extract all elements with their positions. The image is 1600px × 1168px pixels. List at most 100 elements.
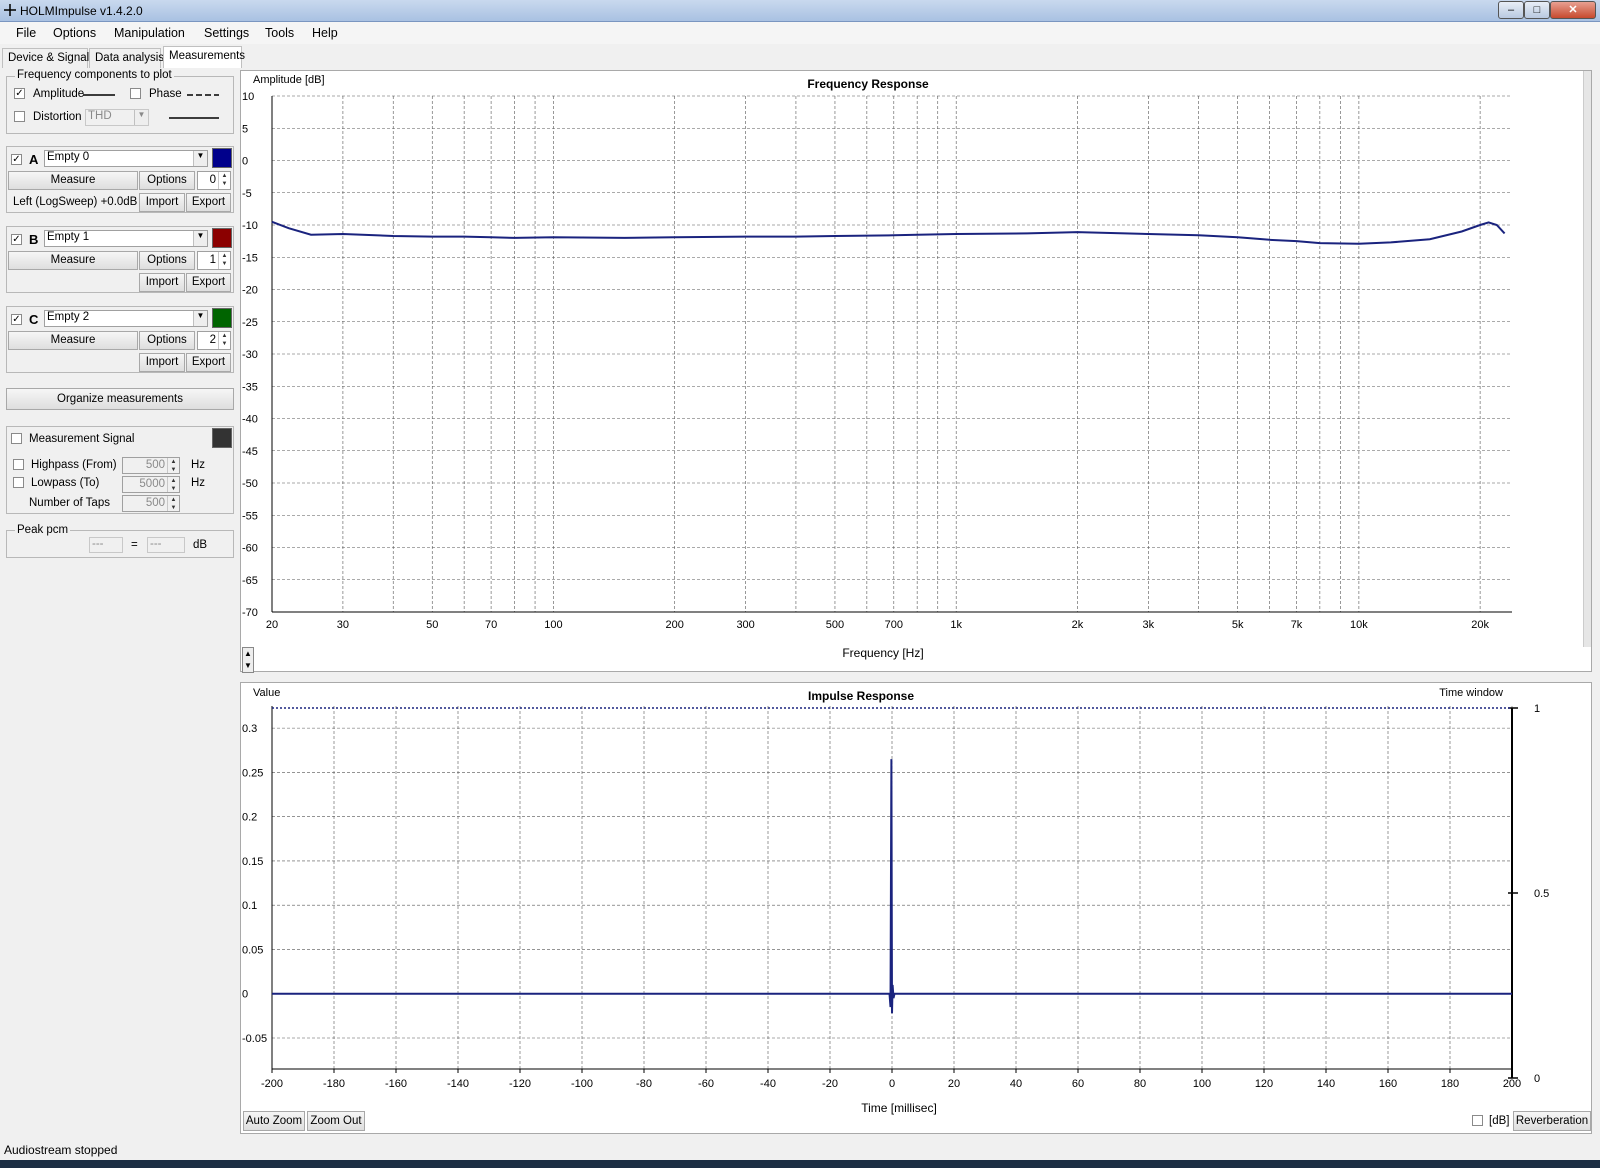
highpass-checkbox[interactable] — [13, 459, 24, 470]
ir-y2-ticks: 10.50 — [1508, 703, 1549, 1085]
measurement-c-color-swatch[interactable] — [212, 308, 232, 328]
measurement-a-name: Empty 0 — [47, 151, 90, 163]
close-button[interactable]: ✕ — [1550, 1, 1596, 19]
measurement-a-index-stepper[interactable]: 0 ▲ ▼ — [197, 171, 231, 190]
measurement-c-name: Empty 2 — [47, 311, 90, 323]
measurement-a-color-swatch[interactable] — [212, 148, 232, 168]
phase-checkbox[interactable] — [130, 88, 141, 99]
maximize-button[interactable]: □ — [1524, 1, 1550, 19]
amplitude-label: Amplitude — [33, 88, 85, 100]
ir-y2-tick-label: 0 — [1534, 1073, 1540, 1085]
menu-settings[interactable]: Settings — [204, 26, 249, 40]
measurement-c-options-button[interactable]: Options — [139, 331, 195, 350]
measurement-b-checkbox[interactable]: ✓ — [11, 234, 22, 245]
menu-help[interactable]: Help — [312, 26, 338, 40]
measurement-a-checkbox[interactable]: ✓ — [11, 154, 22, 165]
measurement-b-measure-button[interactable]: Measure — [8, 251, 138, 270]
amplitude-checkbox[interactable]: ✓ — [14, 88, 25, 99]
organize-measurements-button[interactable]: Organize measurements — [6, 388, 234, 410]
ir-x-tick-label: 180 — [1441, 1078, 1459, 1090]
title-bar: HOLMImpulse v1.4.2.0 – □ ✕ — [0, 0, 1600, 22]
db-checkbox[interactable] — [1472, 1115, 1483, 1126]
splitter-handle[interactable]: ▲ ▼ — [242, 647, 254, 673]
measurement-a-import-button[interactable]: Import — [139, 193, 185, 212]
ir-x-tick-label: 160 — [1379, 1078, 1397, 1090]
phase-label: Phase — [149, 88, 182, 100]
measurement-b-export-button[interactable]: Export — [186, 273, 231, 292]
chevron-down-icon: ▼ — [193, 311, 207, 326]
menu-options[interactable]: Options — [53, 26, 96, 40]
ir-y-tick-label: 0.1 — [242, 900, 257, 912]
measurement-b-options-button[interactable]: Options — [139, 251, 195, 270]
ir-y-tick-label: 0.3 — [242, 723, 257, 735]
ir-y-tick-label: 0.25 — [242, 767, 263, 779]
fr-y-tick-label: -45 — [242, 446, 258, 458]
fr-ylabel: Amplitude [dB] — [253, 74, 325, 86]
taps-stepper[interactable]: 500 ▲ ▼ — [122, 495, 180, 512]
distortion-select[interactable]: THD ▼ — [85, 109, 149, 126]
measurement-c-export-button[interactable]: Export — [186, 353, 231, 372]
fr-x-tick-label: 700 — [885, 619, 903, 631]
fr-y-tick-label: -50 — [242, 478, 258, 490]
highpass-stepper[interactable]: 500 ▲ ▼ — [122, 457, 180, 474]
measurement-b-import-button[interactable]: Import — [139, 273, 185, 292]
ir-y2-tick-label: 1 — [1534, 703, 1540, 715]
measurement-a-options-button[interactable]: Options — [139, 171, 195, 190]
ir-x-tick-label: -160 — [385, 1078, 407, 1090]
ir-y-tick-label: -0.05 — [242, 1033, 267, 1045]
measurement-b-letter: B — [29, 232, 39, 247]
fr-x-tick-label: 5k — [1232, 619, 1244, 631]
ir-x-tick-label: -80 — [636, 1078, 652, 1090]
frequency-response-chart: 1050-5-10-15-20-25-30-35-40-45-50-55-60-… — [242, 74, 1512, 660]
ir-y-ticks: 0.3 0.25 0.2 0.15 0.1 0.05 0 -0.05 — [242, 723, 267, 1045]
lowpass-checkbox[interactable] — [13, 477, 24, 488]
fr-y-tick-label: -30 — [242, 349, 258, 361]
fr-x-tick-label: 30 — [337, 619, 349, 631]
ir-y2label: Time window — [1439, 687, 1503, 699]
phase-dashed-line-icon — [187, 94, 219, 96]
menu-file[interactable]: File — [16, 26, 36, 40]
auto-zoom-button[interactable]: Auto Zoom — [243, 1111, 305, 1131]
measurement-a-measure-button[interactable]: Measure — [8, 171, 138, 190]
fr-scrollbar[interactable] — [1583, 71, 1591, 647]
tab-device-signal[interactable]: Device & Signal — [2, 48, 89, 68]
ir-x-tick-label: 40 — [1010, 1078, 1022, 1090]
lowpass-unit: Hz — [191, 477, 206, 489]
fr-x-tick-label: 70 — [485, 619, 497, 631]
ir-y-tick-label: 0.2 — [242, 812, 257, 824]
fr-y-tick-label: -55 — [242, 510, 258, 522]
measurement-b-name: Empty 1 — [47, 231, 90, 243]
fr-y-ticks: 10 5 0 -5 -10 -15 -20 -25 -30 -35 -40 -45 -50 -55 -60 -… — [242, 91, 258, 619]
fr-y-tick-label: 10 — [242, 91, 254, 103]
measurement-a-select[interactable]: Empty 0 ▼ — [44, 150, 208, 167]
distortion-label: Distortion — [33, 111, 82, 123]
measurement-b-index-stepper[interactable]: 1 ▲ ▼ — [197, 251, 231, 270]
menu-tools[interactable]: Tools — [265, 26, 294, 40]
peak-value-1: --- — [89, 537, 123, 553]
measurement-a-export-button[interactable]: Export — [186, 193, 231, 212]
measurement-c-group: ✓ C Empty 2 ▼ Measure Options 2 ▲ ▼ Impor… — [6, 306, 234, 373]
reverberation-button[interactable]: Reverberation — [1513, 1111, 1591, 1131]
menu-manipulation[interactable]: Manipulation — [114, 26, 185, 40]
tab-measurements[interactable]: Measurements — [163, 46, 245, 68]
zoom-out-button[interactable]: Zoom Out — [307, 1111, 365, 1131]
impulse-response-chart: 0.30.250.20.150.10.050-0.05 10.50 -200 -1… — [242, 687, 1549, 1115]
measurement-signal-checkbox[interactable] — [11, 433, 22, 444]
fr-y-tick-label: -70 — [242, 607, 258, 619]
measurement-c-measure-button[interactable]: Measure — [8, 331, 138, 350]
measurement-c-checkbox[interactable]: ✓ — [11, 314, 22, 325]
minimize-button[interactable]: – — [1498, 1, 1524, 19]
measurement-c-index-stepper[interactable]: 2 ▲ ▼ — [197, 331, 231, 350]
measurement-b-select[interactable]: Empty 1 ▼ — [44, 230, 208, 247]
stepper-arrows-icon: ▲ ▼ — [167, 496, 179, 511]
ir-x-tick-label: 120 — [1255, 1078, 1273, 1090]
distortion-checkbox[interactable] — [14, 111, 25, 122]
tab-data-analysis[interactable]: Data analysis — [89, 48, 164, 68]
measurement-b-color-swatch[interactable] — [212, 228, 232, 248]
measurement-c-import-button[interactable]: Import — [139, 353, 185, 372]
measurement-c-select[interactable]: Empty 2 ▼ — [44, 310, 208, 327]
measurement-signal-color-swatch[interactable] — [212, 428, 232, 448]
frequency-components-label: Frequency components to plot — [15, 69, 174, 81]
ir-x-tick-label: -180 — [323, 1078, 345, 1090]
lowpass-stepper[interactable]: 5000 ▲ ▼ — [122, 476, 180, 493]
